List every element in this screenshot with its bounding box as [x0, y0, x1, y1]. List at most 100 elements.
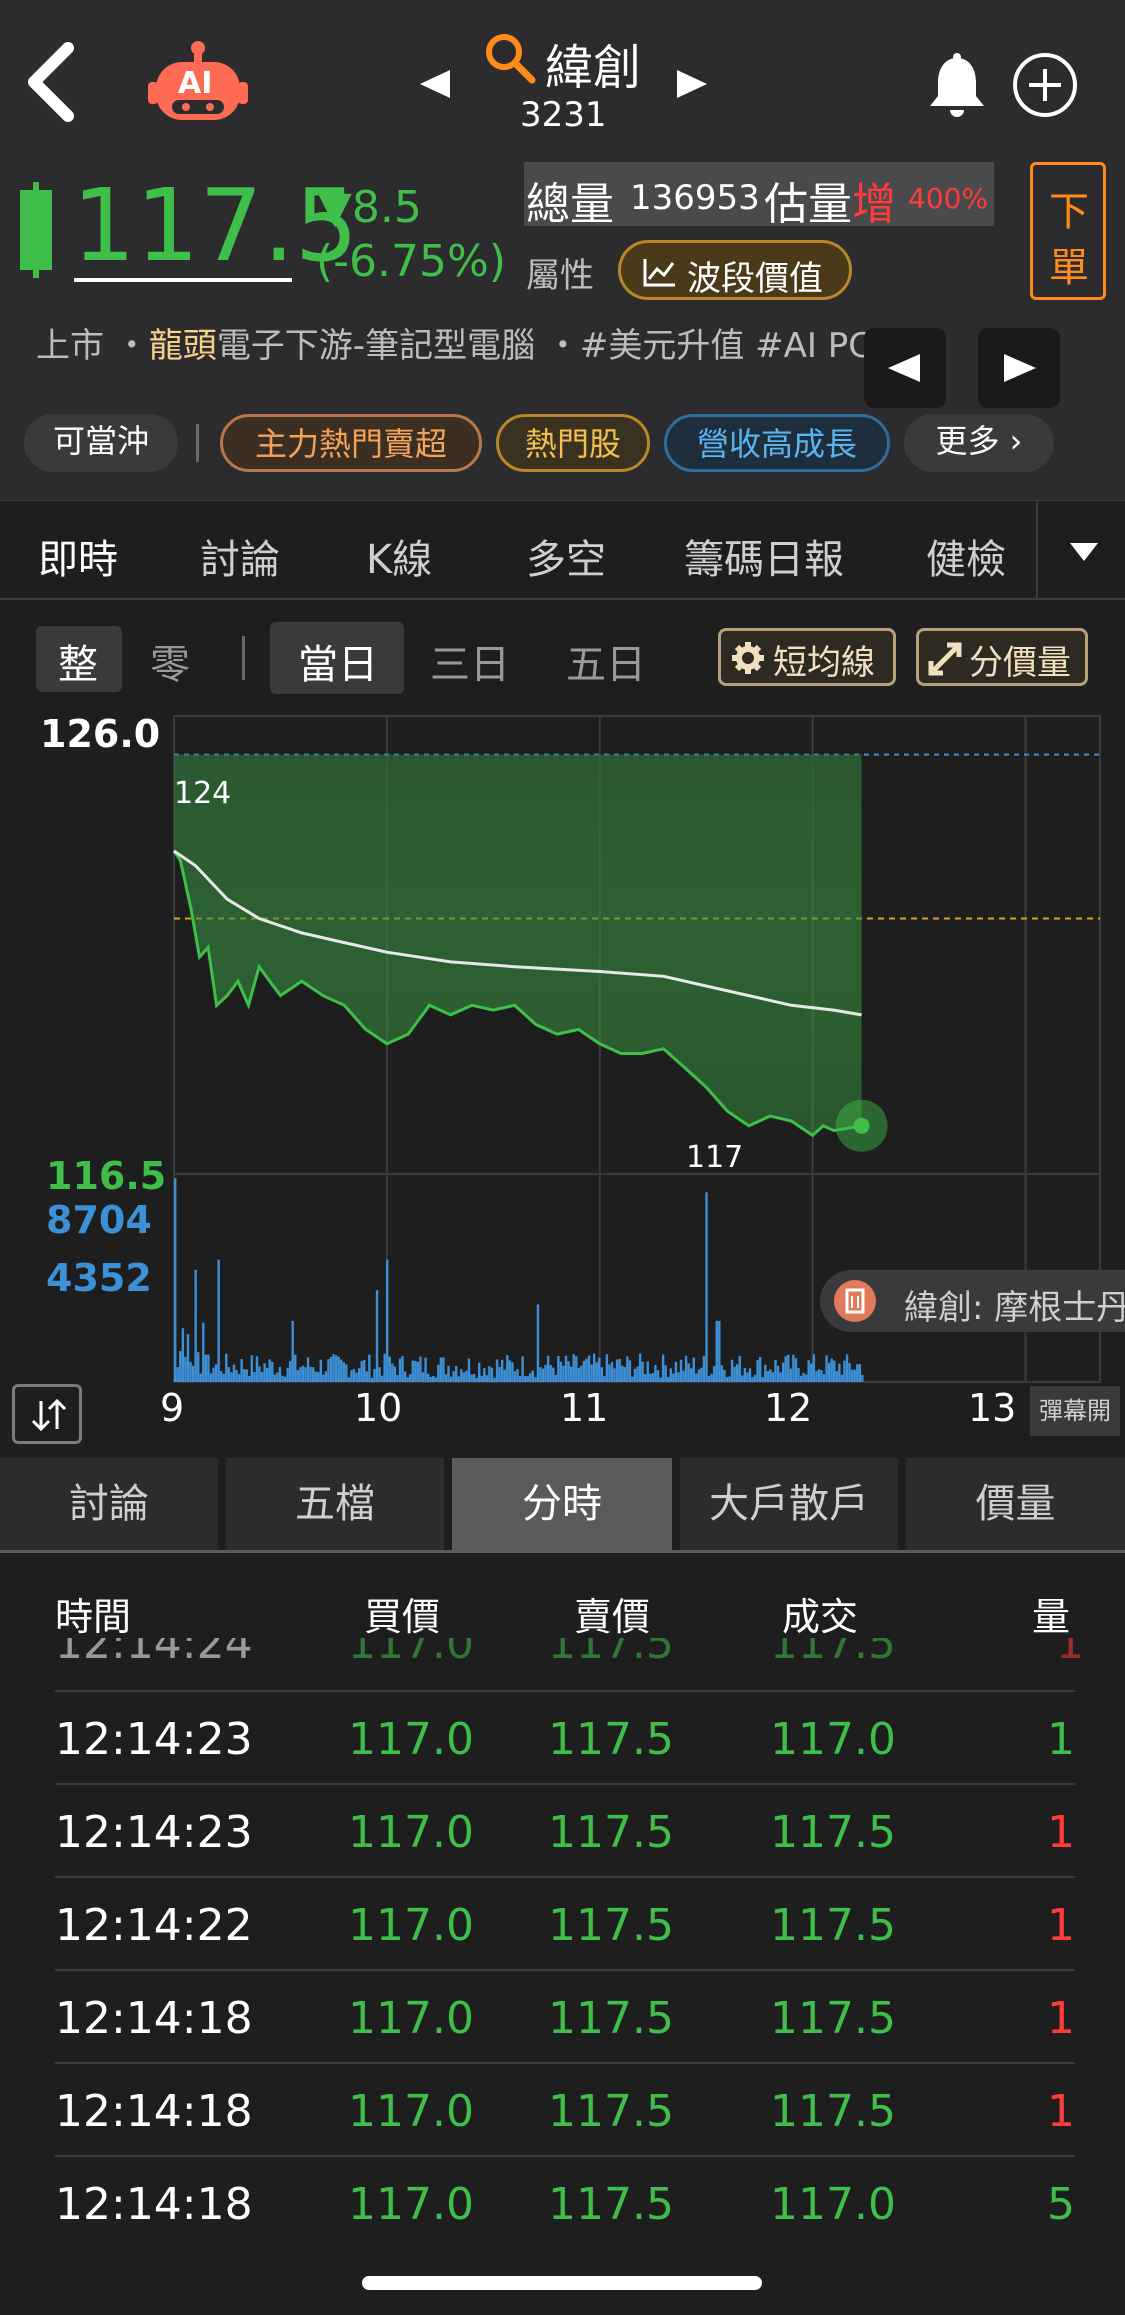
- order-button[interactable]: 下 單: [1030, 162, 1106, 300]
- volume-bar: [605, 1354, 609, 1382]
- price-volume-button[interactable]: 分價量: [916, 628, 1088, 686]
- volume-bar: [516, 1369, 519, 1382]
- chip-day-trade[interactable]: 可當沖: [24, 414, 178, 472]
- detail-tab-ticks[interactable]: 分時: [452, 1458, 672, 1550]
- danmaku-toggle[interactable]: 彈幕開: [1030, 1386, 1120, 1436]
- detail-tab-big-small[interactable]: 大戶散戶: [680, 1458, 898, 1550]
- partial-ask: 117.5: [548, 1638, 674, 1669]
- volume-bar: [789, 1368, 793, 1382]
- volume-bar: [815, 1371, 818, 1382]
- volume-bar: [202, 1322, 205, 1382]
- ma-button[interactable]: 短均線: [718, 628, 896, 686]
- volume-bar: [488, 1366, 491, 1382]
- volume-bar: [268, 1359, 271, 1382]
- volume-bar: [401, 1355, 404, 1382]
- tab-kline[interactable]: K線: [366, 527, 432, 585]
- table-row: 12:14:22 117.0 117.5 117.5 1: [55, 1878, 1075, 1971]
- volume-bar: [250, 1355, 254, 1382]
- volume-bar: [771, 1372, 775, 1382]
- swap-axis-button[interactable]: [12, 1384, 82, 1444]
- volume-bar: [513, 1371, 517, 1382]
- tags-scroll-right-button[interactable]: [978, 328, 1060, 408]
- wave-value-button[interactable]: 波段價值: [618, 240, 852, 300]
- volume-bar: [409, 1374, 412, 1382]
- attr-label: 屬性: [526, 256, 594, 296]
- volume-bar: [255, 1356, 259, 1382]
- volume-bar: [258, 1366, 261, 1382]
- tab-discussion[interactable]: 討論: [200, 527, 280, 585]
- volume-bar: [621, 1365, 624, 1382]
- partial-time: 12:14:24: [55, 1638, 253, 1669]
- detail-tab-discussion[interactable]: 討論: [0, 1458, 218, 1550]
- volume-bar: [764, 1364, 767, 1382]
- volume-bar: [715, 1320, 718, 1382]
- volume-bar: [564, 1355, 568, 1382]
- volume-bar: [477, 1362, 481, 1382]
- add-watchlist-icon[interactable]: [1012, 52, 1078, 118]
- next-stock-icon[interactable]: [675, 68, 709, 100]
- odd-lot-label[interactable]: 零: [150, 632, 190, 690]
- cell-bid: 117.0: [348, 1714, 474, 1765]
- chip-hot-stock[interactable]: 熱門股: [496, 414, 650, 472]
- tags-leader: 龍頭: [148, 326, 217, 366]
- volume-bar: [332, 1354, 335, 1382]
- volume-bar: [774, 1359, 777, 1382]
- table-row: 12:14:18 117.0 117.5 117.5 1: [55, 2064, 1075, 2157]
- period-5day-label[interactable]: 五日: [566, 632, 646, 690]
- detail-tab-price-volume[interactable]: 價量: [906, 1458, 1125, 1550]
- stock-name[interactable]: 緯創: [545, 28, 641, 98]
- chip-main-force-sell[interactable]: 主力熱門賣超: [220, 414, 482, 472]
- detail-tab-five-levels[interactable]: 五檔: [226, 1458, 444, 1550]
- intraday-chart[interactable]: 126.0 116.5 8704 4352 124 117 緯創: 摩根士丹 9…: [0, 700, 1125, 1450]
- price-volume-label: 分價量: [969, 643, 1071, 683]
- chip-more[interactable]: 更多 ›: [904, 414, 1054, 472]
- volume-bar: [822, 1374, 826, 1382]
- tags-scroll-left-button[interactable]: [864, 328, 946, 408]
- volume-bar: [799, 1375, 803, 1382]
- volume-bar: [861, 1374, 864, 1382]
- tags-market: 上市 ・: [36, 326, 149, 366]
- x-tick-13: 13: [968, 1386, 1017, 1430]
- tab-health[interactable]: 健檢: [926, 527, 1006, 585]
- volume-bar: [618, 1358, 621, 1382]
- tab-realtime[interactable]: 即時: [38, 527, 118, 585]
- volume-bar: [393, 1366, 397, 1382]
- volume-bar: [222, 1373, 225, 1382]
- tab-chips-daily[interactable]: 籌碼日報: [684, 527, 844, 585]
- volume-bar: [355, 1372, 358, 1382]
- vol-max-label: 8704: [46, 1198, 152, 1242]
- gear-icon: [732, 642, 764, 674]
- volume-bar: [174, 1178, 177, 1382]
- chip-revenue-growth[interactable]: 營收高成長: [664, 414, 890, 472]
- price-candle-wick: [33, 182, 39, 278]
- volume-bar: [518, 1376, 522, 1382]
- volume-bar: [684, 1355, 688, 1382]
- tabs-dropdown-icon[interactable]: [1068, 541, 1100, 563]
- y-max-label: 126.0: [40, 712, 161, 756]
- news-pill[interactable]: 緯創: 摩根士丹: [820, 1270, 1125, 1332]
- cell-deal: 117.5: [770, 2086, 896, 2137]
- col-ask: 賣價: [574, 1595, 651, 1639]
- volume-bar: [830, 1358, 833, 1382]
- volume-bar: [342, 1362, 345, 1382]
- volume-bar: [656, 1370, 660, 1382]
- volume-bar: [176, 1367, 179, 1382]
- stock-header: AI 緯創 3231 117.5 ▼8.5 (-6.75%) 總量 136953…: [0, 0, 1125, 500]
- volume-bar: [388, 1356, 391, 1382]
- cell-deal: 117.0: [770, 1714, 896, 1765]
- search-icon[interactable]: [484, 32, 536, 84]
- y-min-label: 116.5: [46, 1154, 167, 1198]
- cell-bid: 117.0: [348, 1993, 474, 2044]
- tab-long-short[interactable]: 多空: [526, 527, 606, 585]
- volume-bar: [329, 1356, 333, 1382]
- volume-bar: [687, 1363, 690, 1382]
- prev-stock-icon[interactable]: [418, 68, 452, 100]
- volume-bar: [804, 1374, 808, 1382]
- bell-icon[interactable]: [926, 52, 988, 118]
- volume-bar: [421, 1372, 425, 1382]
- period-3day-label[interactable]: 三日: [430, 632, 510, 690]
- back-icon[interactable]: [24, 40, 78, 124]
- ai-assistant-icon[interactable]: AI: [148, 40, 248, 124]
- volume-bar: [557, 1355, 560, 1382]
- volume-bar: [523, 1375, 527, 1382]
